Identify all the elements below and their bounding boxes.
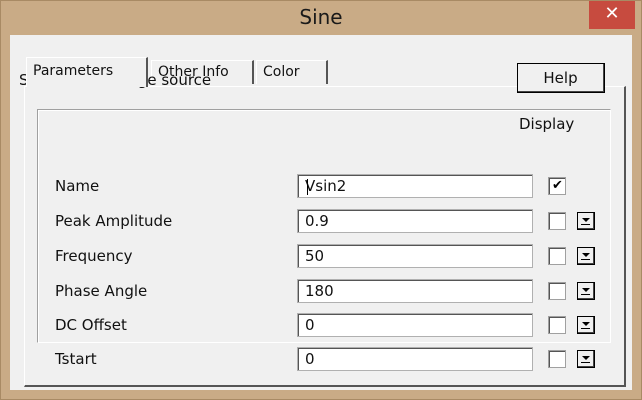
frequency-label: Frequency	[55, 247, 133, 265]
peak-amplitude-field[interactable]: 0.9	[297, 209, 533, 233]
tab-label: Color	[263, 64, 300, 80]
name-field[interactable]: Vsin2	[297, 174, 533, 198]
close-icon: ✕	[604, 3, 620, 24]
frequency-value: 50	[305, 247, 325, 265]
dropdown-arrow-icon	[582, 288, 590, 292]
help-button[interactable]: Help	[517, 63, 605, 93]
tstart-field[interactable]: 0	[297, 347, 533, 371]
peak-amplitude-value: 0.9	[305, 212, 329, 230]
peak-amplitude-dropdown[interactable]	[577, 212, 595, 230]
dc-offset-field[interactable]: 0	[297, 313, 533, 337]
tab-label: Parameters	[33, 63, 114, 79]
window-title: Sine	[299, 5, 343, 29]
tstart-dropdown[interactable]	[577, 350, 595, 368]
dropdown-arrow-icon	[582, 356, 590, 360]
dc-offset-value: 0	[305, 316, 315, 334]
dropdown-bar	[581, 294, 590, 295]
phase-angle-value: 180	[305, 282, 334, 300]
check-icon: ✔	[552, 178, 563, 193]
name-label: Name	[55, 177, 100, 195]
phase-angle-dropdown[interactable]	[577, 282, 595, 300]
sine-dialog: Sine ✕ Parameters Other Info Color Sinus…	[0, 0, 642, 400]
peak-amplitude-display-checkbox[interactable]	[548, 212, 566, 230]
dc-offset-label: DC Offset	[55, 316, 127, 334]
dropdown-bar	[581, 362, 590, 363]
dropdown-bar	[581, 328, 590, 329]
dropdown-arrow-icon	[582, 218, 590, 222]
name-value: Vsin2	[305, 177, 347, 195]
text-caret	[307, 179, 308, 195]
close-button[interactable]: ✕	[589, 1, 635, 29]
phase-angle-field[interactable]: 180	[297, 279, 533, 303]
phase-angle-label: Phase Angle	[55, 282, 148, 300]
frequency-display-checkbox[interactable]	[548, 247, 566, 265]
tab-parameters[interactable]: Parameters	[26, 57, 148, 87]
peak-amplitude-label: Peak Amplitude	[55, 212, 173, 230]
display-column-header: Display	[519, 115, 575, 133]
dropdown-bar	[581, 224, 590, 225]
title-bar[interactable]: Sine ✕	[1, 1, 641, 35]
frequency-dropdown[interactable]	[577, 247, 595, 265]
dropdown-arrow-icon	[582, 322, 590, 326]
frequency-field[interactable]: 50	[297, 244, 533, 268]
tstart-label: Tstart	[55, 350, 97, 368]
dc-offset-display-checkbox[interactable]	[548, 316, 566, 334]
dropdown-arrow-icon	[582, 253, 590, 257]
name-display-checkbox[interactable]: ✔	[548, 177, 566, 195]
dropdown-bar	[581, 259, 590, 260]
tstart-value: 0	[305, 350, 315, 368]
phase-angle-display-checkbox[interactable]	[548, 282, 566, 300]
tstart-display-checkbox[interactable]	[548, 350, 566, 368]
dc-offset-dropdown[interactable]	[577, 316, 595, 334]
tab-color[interactable]: Color	[256, 60, 328, 84]
